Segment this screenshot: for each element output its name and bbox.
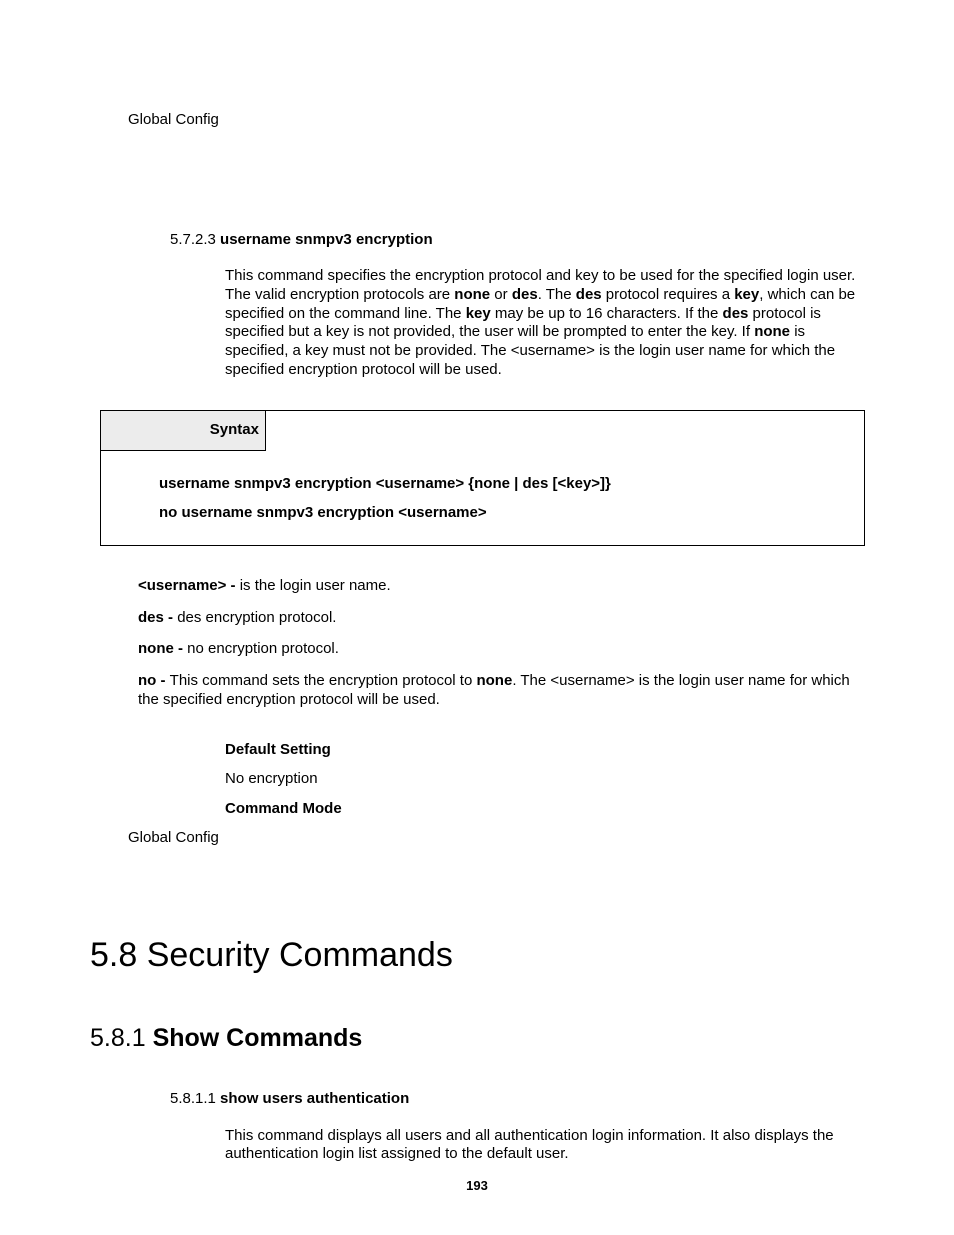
command-mode-value: Global Config bbox=[128, 828, 864, 848]
param-no: no - This command sets the encryption pr… bbox=[138, 671, 864, 710]
param-no-text-a: This command sets the encryption protoco… bbox=[170, 672, 477, 689]
param-no-bold: none bbox=[476, 672, 512, 689]
bold-none: none bbox=[754, 323, 790, 340]
heading-5723-title: username snmpv3 encryption bbox=[220, 231, 433, 248]
heading-58-num: 5.8 bbox=[90, 936, 137, 974]
param-none: none - no encryption protocol. bbox=[138, 639, 864, 659]
bold-key: key bbox=[734, 286, 759, 303]
para-5811-description: This command displays all users and all … bbox=[225, 1127, 864, 1165]
syntax-line-1: username snmpv3 encryption <username> {n… bbox=[159, 469, 854, 498]
param-username-label: <username> - bbox=[138, 577, 240, 594]
default-setting-label: Default Setting bbox=[225, 740, 864, 760]
heading-581-title: Show Commands bbox=[153, 1024, 363, 1052]
heading-58: 5.8 Security Commands bbox=[90, 933, 864, 977]
heading-58-title: Security Commands bbox=[147, 936, 453, 974]
bold-des: des bbox=[576, 286, 602, 303]
text-fragment: protocol requires a bbox=[602, 286, 735, 303]
heading-581-num: 5.8.1 bbox=[90, 1024, 146, 1052]
syntax-box: Syntax username snmpv3 encryption <usern… bbox=[100, 410, 865, 547]
heading-5723-num: 5.7.2.3 bbox=[170, 231, 216, 248]
param-username: <username> - is the login user name. bbox=[138, 576, 864, 596]
bold-des: des bbox=[512, 286, 538, 303]
param-des-text: des encryption protocol. bbox=[177, 609, 336, 626]
text-fragment: may be up to 16 characters. If the bbox=[491, 305, 723, 322]
bold-des: des bbox=[723, 305, 749, 322]
bold-none: none bbox=[454, 286, 490, 303]
page-number: 193 bbox=[0, 1178, 954, 1195]
heading-581: 5.8.1 Show Commands bbox=[90, 1022, 864, 1055]
heading-5811-num: 5.8.1.1 bbox=[170, 1090, 216, 1107]
text-fragment: . The bbox=[538, 286, 576, 303]
param-des: des - des encryption protocol. bbox=[138, 608, 864, 628]
heading-5811-title: show users authentication bbox=[220, 1090, 409, 1107]
heading-5723: 5.7.2.3 username snmpv3 encryption bbox=[170, 230, 864, 250]
para-5723-description: This command specifies the encryption pr… bbox=[225, 267, 864, 380]
param-no-label: no - bbox=[138, 672, 170, 689]
param-none-text: no encryption protocol. bbox=[187, 640, 339, 657]
text-fragment: or bbox=[490, 286, 512, 303]
context-label-top: Global Config bbox=[128, 110, 864, 130]
param-des-label: des - bbox=[138, 609, 177, 626]
bold-key: key bbox=[466, 305, 491, 322]
syntax-label: Syntax bbox=[101, 411, 266, 451]
default-setting-value: No encryption bbox=[225, 769, 864, 789]
syntax-body: username snmpv3 encryption <username> {n… bbox=[101, 451, 864, 546]
syntax-line-2: no username snmpv3 encryption <username> bbox=[159, 498, 854, 527]
param-username-text: is the login user name. bbox=[240, 577, 391, 594]
heading-5811: 5.8.1.1 show users authentication bbox=[170, 1089, 864, 1109]
param-none-label: none - bbox=[138, 640, 187, 657]
command-mode-label: Command Mode bbox=[225, 799, 864, 819]
